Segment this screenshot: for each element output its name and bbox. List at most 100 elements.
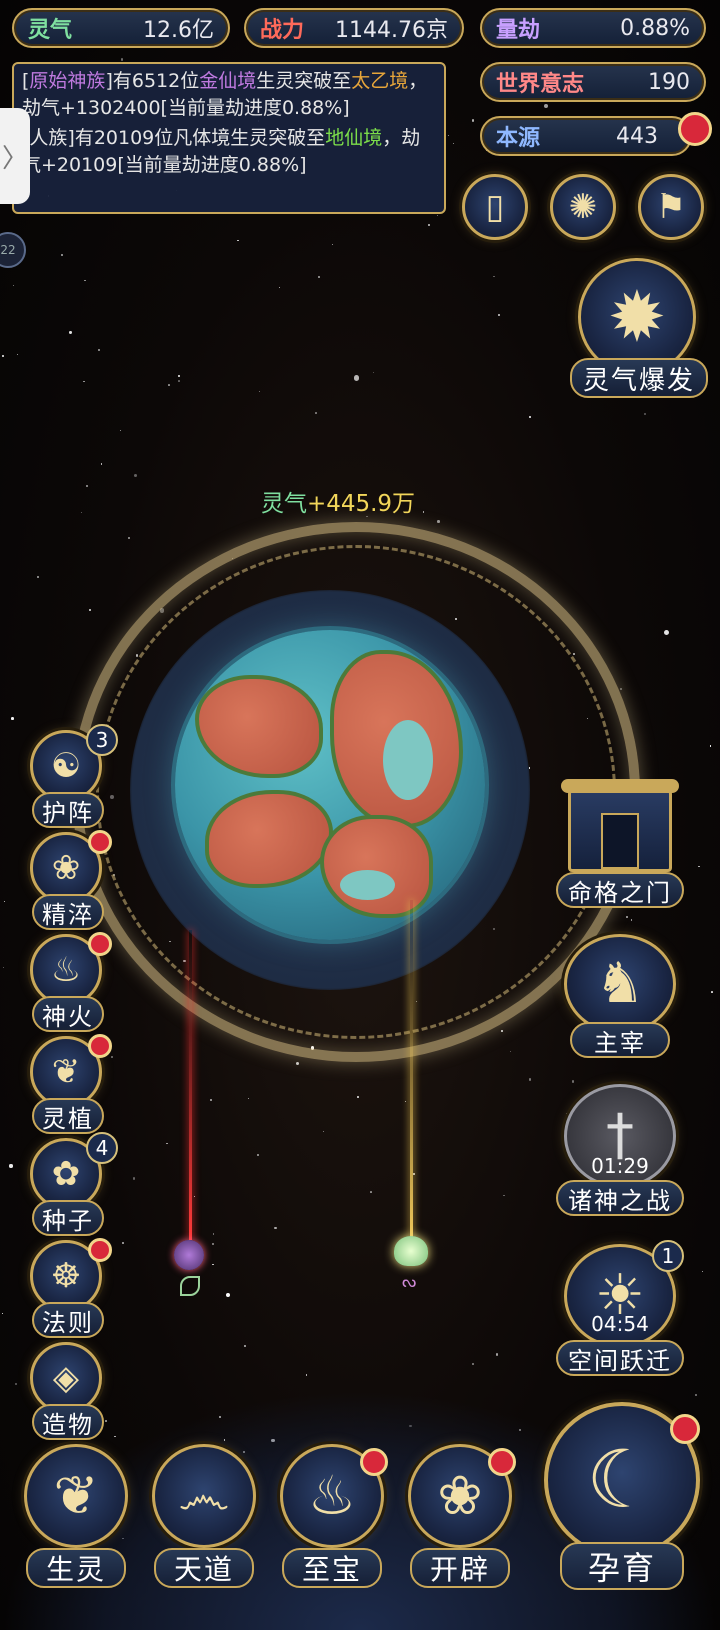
menu-item-shenhuo[interactable]: ♨ 神火 (26, 932, 112, 1032)
star (133, 474, 137, 478)
star (225, 1292, 230, 1297)
benyuan-stat[interactable]: 本源 443 (480, 116, 692, 156)
menu-item-space-jump[interactable]: ☀ 1 04:54 空间跃迁 (556, 1240, 686, 1386)
menu-item-huzhen[interactable]: ☯ 3 护阵 (26, 724, 118, 828)
liangjie-stat[interactable]: 量劫 0.88% (480, 8, 706, 48)
shijie-value: 190 (648, 69, 690, 95)
lake (340, 870, 395, 900)
seed-flower-icon: ✿ (51, 1154, 81, 1194)
star (631, 919, 633, 921)
star (620, 688, 622, 691)
bottom-item-shengling[interactable]: ❦ 生灵 (18, 1444, 134, 1594)
menu-item-master[interactable]: ♞ 主宰 (556, 934, 686, 1064)
star (317, 275, 321, 279)
star (452, 142, 455, 145)
menu-item-fate-gate[interactable]: 命格之门 (556, 779, 686, 912)
star (528, 1078, 531, 1081)
star (472, 1363, 474, 1366)
tiandao-button[interactable]: ෴ (152, 1444, 256, 1548)
side-counter-value: 22 (0, 243, 16, 257)
menu-item-lingzhi[interactable]: ❦ 灵植 (26, 1034, 112, 1134)
star (279, 286, 281, 288)
log-text: ]有6512位 (105, 70, 200, 92)
star (296, 1062, 300, 1066)
star (168, 384, 171, 387)
star (16, 353, 18, 355)
shenhuo-notify-dot (88, 932, 112, 956)
star (373, 372, 375, 374)
fire-icon: ♨ (50, 950, 82, 990)
star (427, 223, 431, 227)
benyuan-label: 本源 (496, 126, 541, 151)
shijie-stat[interactable]: 世界意志 190 (480, 62, 706, 102)
master-button[interactable]: ♞ (564, 934, 676, 1034)
star (323, 1130, 325, 1132)
space-jump-timer: 04:54 (591, 1312, 649, 1336)
star (82, 380, 85, 383)
flag-icon: ⚑ (655, 187, 687, 227)
lotus-crown-icon: ❀ (437, 1464, 483, 1527)
faze-notify-dot (88, 1238, 112, 1262)
master-label: 主宰 (570, 1022, 670, 1058)
zhanli-stat[interactable]: 战力 1144.76京 (244, 8, 464, 48)
lake (383, 720, 433, 800)
red-beam (189, 930, 192, 1240)
menu-item-zhongzi[interactable]: ✿ 4 种子 (26, 1132, 118, 1236)
star (100, 463, 102, 465)
menu-item-faze[interactable]: ☸ 法则 (26, 1238, 112, 1338)
star (274, 1226, 277, 1230)
star (37, 575, 40, 578)
expand-panel-tab[interactable]: 〉 (0, 108, 30, 204)
lingqi-stat[interactable]: 灵气 12.6亿 (12, 8, 230, 48)
star (357, 1096, 359, 1098)
purple-orb[interactable] (174, 1240, 204, 1270)
star (132, 1177, 136, 1180)
lingzhi-label: 灵植 (32, 1098, 104, 1134)
vortex-button[interactable]: ✺ (550, 174, 616, 240)
huzhen-label: 护阵 (32, 792, 104, 828)
log-race: 原始神族 (29, 70, 106, 92)
yin-yang-icon: ☯ (50, 746, 82, 786)
lingqi-gain: 灵气+445.9万 (0, 484, 676, 518)
kaipi-notify-dot (488, 1448, 516, 1476)
card-button[interactable]: ▯ (462, 174, 528, 240)
star (2, 966, 5, 969)
flag-button[interactable]: ⚑ (638, 174, 704, 240)
card-icon: ▯ (485, 187, 505, 227)
star (3, 900, 5, 903)
star (710, 990, 713, 993)
star (88, 608, 91, 611)
spiral-icon: ᔓ (402, 1272, 417, 1291)
zhibao-label: 至宝 (282, 1548, 382, 1588)
star (122, 1241, 125, 1244)
star (97, 349, 100, 352)
menu-item-gods-war[interactable]: † 01:29 诸神之战 (556, 1084, 686, 1224)
planet[interactable] (175, 630, 485, 940)
star (209, 1098, 213, 1102)
star (212, 1263, 214, 1266)
star (437, 214, 439, 216)
burst-icon: ✹ (607, 276, 667, 358)
star (493, 275, 495, 278)
bottom-item-kaipi[interactable]: ❀ 开辟 (402, 1444, 518, 1594)
shengling-button[interactable]: ❦ (24, 1444, 128, 1548)
star (626, 916, 629, 919)
bottom-item-zhibao[interactable]: ♨ 至宝 (274, 1444, 390, 1594)
star (9, 1164, 13, 1168)
menu-item-jingcui[interactable]: ❀ 精淬 (26, 830, 112, 930)
log-realm-to: 地仙境 (325, 127, 383, 149)
lotus-orb[interactable] (394, 1236, 428, 1266)
star (2, 354, 5, 357)
dragon-icon: ♞ (594, 951, 646, 1016)
star (500, 1030, 504, 1033)
gain-label: 灵气 (260, 491, 307, 517)
star (69, 331, 72, 334)
bottom-item-tiandao[interactable]: ෴ 天道 (146, 1444, 262, 1594)
gods-war-timer: 01:29 (591, 1154, 649, 1178)
star (437, 520, 440, 523)
benyuan-plus-button[interactable] (678, 112, 712, 146)
breed-item[interactable]: ☾ 孕育 (540, 1402, 708, 1598)
star (496, 1353, 499, 1356)
breed-notify-dot (670, 1414, 700, 1444)
burst-label[interactable]: 灵气爆发 (570, 358, 708, 398)
